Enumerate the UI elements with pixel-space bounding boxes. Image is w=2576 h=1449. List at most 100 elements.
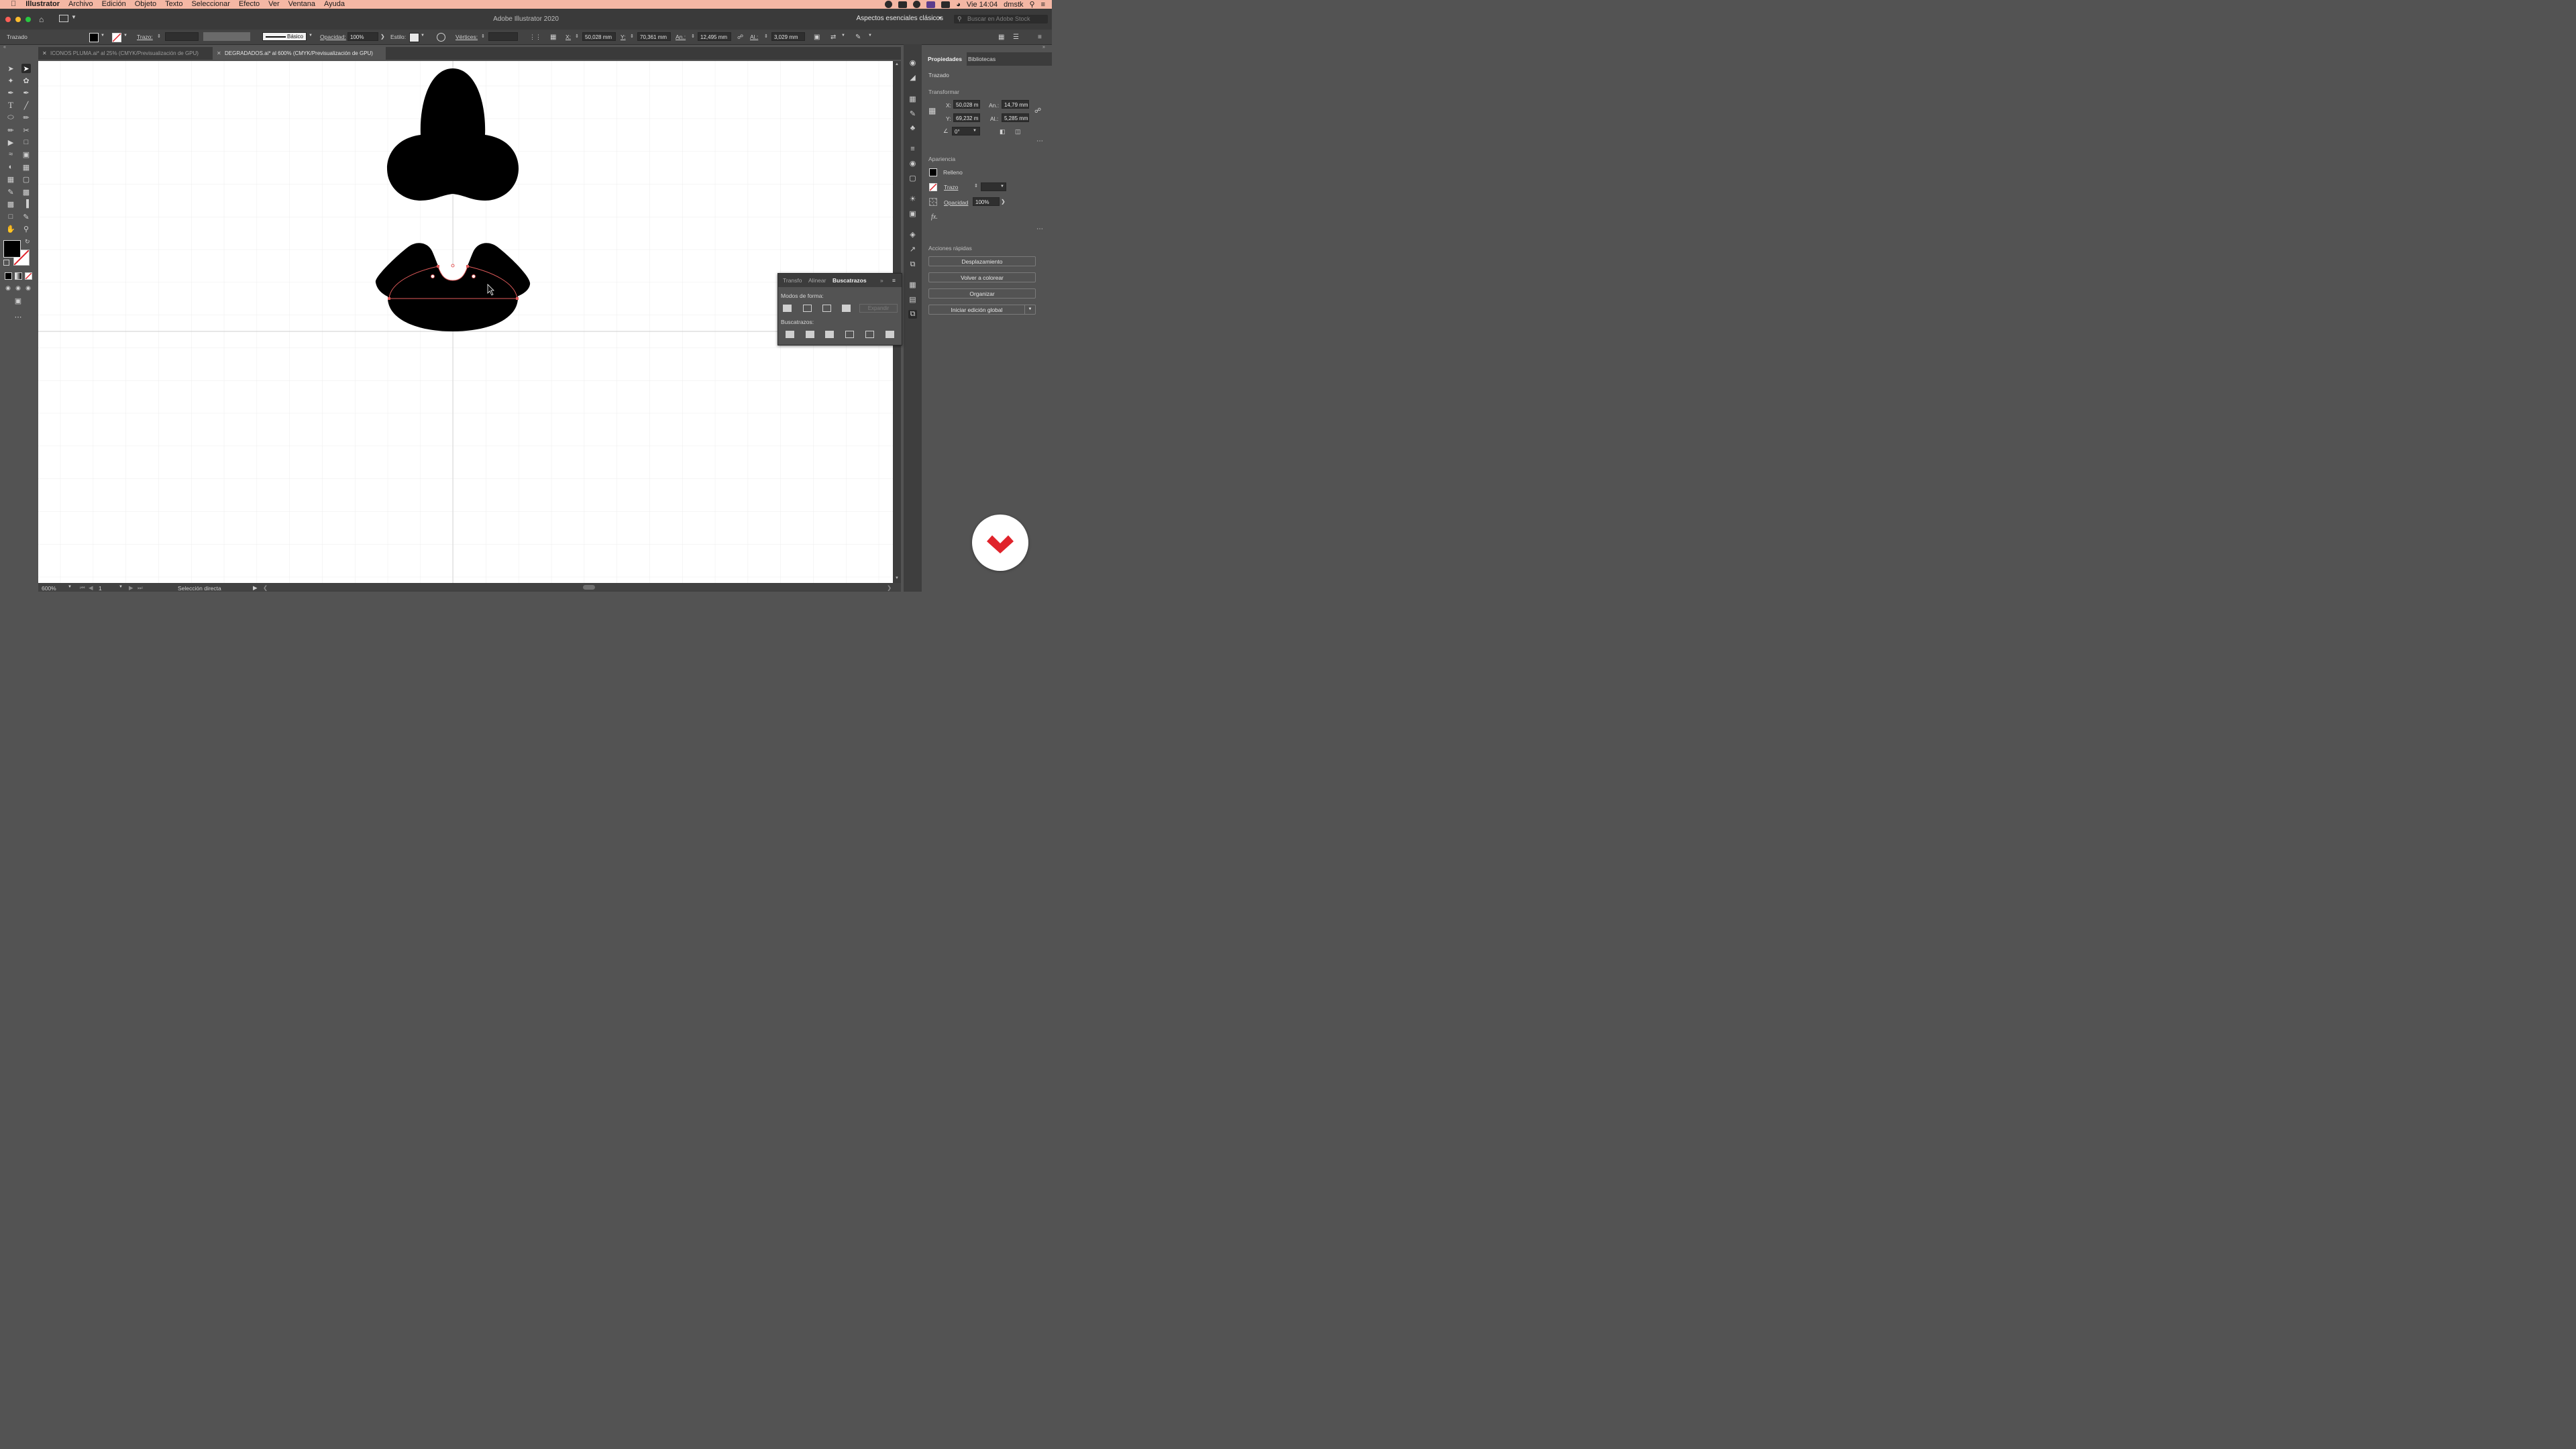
menu-ayuda[interactable]: Ayuda — [324, 0, 345, 9]
anchor-point[interactable] — [388, 297, 390, 300]
stroke-stepper-icon[interactable]: ⇕ — [157, 34, 161, 39]
width-stepper-icon[interactable]: ⇕ — [691, 34, 695, 39]
stroke-label[interactable]: Trazo: — [137, 34, 153, 40]
status-icon-4[interactable] — [926, 1, 936, 8]
transform-reference-icon[interactable]: ▦ — [550, 34, 556, 41]
panel-menu-icon[interactable]: ≡ — [892, 277, 896, 284]
swap-fill-stroke-icon[interactable]: ↻ — [25, 238, 30, 246]
arrange-documents-icon[interactable]: ▦ — [998, 34, 1004, 41]
control-center-icon[interactable]: ≡ — [1041, 1, 1045, 9]
align-panel-icon[interactable]: ▤ — [908, 296, 917, 305]
menu-archivo[interactable]: Archivo — [68, 0, 93, 9]
trim-icon[interactable] — [806, 331, 814, 338]
tab-transform[interactable]: Transfo — [783, 277, 802, 284]
menubar-clock[interactable]: Vie 14:04 — [967, 1, 998, 9]
tab-degradados[interactable]: ✕ DEGRADADOS.ai* al 600% (CMYK/Previsual… — [213, 47, 386, 60]
expand-button[interactable]: Expandir — [859, 304, 898, 313]
props-x-field[interactable]: 50,028 m — [953, 100, 980, 109]
airplay-icon[interactable] — [941, 1, 951, 8]
merge-icon[interactable] — [825, 331, 834, 338]
draw-behind-icon[interactable]: ◉ — [13, 283, 23, 292]
opacity-label[interactable]: Opacidad: — [320, 34, 346, 40]
exclude-icon[interactable] — [842, 305, 851, 312]
props-y-field[interactable]: 69,232 m — [953, 113, 980, 122]
tab-bibliotecas[interactable]: Bibliotecas — [963, 52, 1000, 66]
next-artboard-icon[interactable]: ▶ — [129, 584, 133, 592]
export-icon[interactable]: ↗ — [908, 246, 917, 254]
chevron-right-icon[interactable]: ❯ — [380, 34, 385, 40]
align-options-icon[interactable]: ⋮⋮ — [529, 34, 541, 41]
anchor-point[interactable] — [516, 297, 519, 300]
artboard-canvas[interactable] — [38, 61, 893, 583]
recolor-icon[interactable] — [437, 33, 445, 42]
horizontal-scroll-thumb[interactable] — [583, 585, 595, 590]
shaper-tool-icon[interactable]: ✏ — [6, 125, 15, 135]
vertices-label[interactable]: Vértices: — [455, 34, 478, 40]
slice-tool-icon[interactable]: ✎ — [21, 212, 31, 221]
chevron-down-icon[interactable]: ▼ — [1024, 305, 1035, 314]
stroke-panel-icon[interactable]: ≡ — [908, 145, 917, 154]
mesh-tool-icon[interactable]: ▦ — [6, 174, 15, 184]
minus-front-icon[interactable] — [803, 305, 812, 312]
appearance-stroke-swatch[interactable] — [929, 183, 937, 191]
height-stepper-icon[interactable]: ⇕ — [764, 34, 768, 39]
color-mode-icon[interactable] — [5, 272, 12, 280]
collapse-panels-icon[interactable]: » — [1042, 45, 1045, 50]
chevron-down-icon[interactable]: ▼ — [101, 34, 105, 38]
chevron-right-icon[interactable]: ❯ — [1001, 199, 1006, 205]
status-menu-icon[interactable]: ▶ — [253, 584, 258, 592]
reference-point-icon[interactable]: ▦ — [928, 106, 936, 115]
zoom-tool-icon[interactable]: ⚲ — [21, 224, 31, 233]
none-mode-icon[interactable] — [25, 272, 32, 280]
chevron-down-icon[interactable]: ▼ — [973, 129, 977, 133]
stroke-weight-field[interactable] — [165, 32, 199, 41]
menu-ventana[interactable]: Ventana — [288, 0, 315, 9]
chevron-down-icon[interactable]: ▼ — [123, 34, 127, 38]
stroke-stepper-icon[interactable]: ⇕ — [974, 183, 978, 189]
props-opacity-field[interactable]: 100% — [973, 197, 1000, 206]
menu-seleccionar[interactable]: Seleccionar — [191, 0, 229, 9]
transform-panel-icon[interactable]: ▦ — [908, 281, 917, 290]
width-tool-icon[interactable]: ≈ — [6, 150, 15, 159]
eyedropper-tool-icon[interactable]: ✎ — [6, 187, 15, 197]
symbol-sprayer-tool-icon[interactable]: ▩ — [6, 199, 15, 209]
draw-inside-icon[interactable]: ◉ — [23, 283, 33, 292]
scroll-left-icon[interactable]: ❮ — [263, 584, 268, 592]
opacity-field[interactable]: 100% — [347, 32, 378, 41]
direct-selection-tool-icon[interactable]: ➤ — [21, 64, 31, 73]
stroke-swatch-none[interactable] — [112, 33, 121, 42]
menu-texto[interactable]: Texto — [165, 0, 182, 9]
wifi-icon[interactable]: ◕ — [956, 1, 961, 9]
appearance-icon[interactable]: ☀ — [908, 195, 917, 204]
column-graph-tool-icon[interactable]: ▐ — [21, 199, 31, 209]
constrain-icon[interactable]: ☍ — [1034, 107, 1041, 115]
hand-tool-icon[interactable]: ✋ — [6, 224, 15, 233]
arrange-button[interactable]: Organizar — [928, 288, 1036, 299]
edit-toolbar-more-icon[interactable]: ⋯ — [13, 312, 23, 321]
constrain-proportions-icon[interactable]: ☍ — [737, 34, 743, 41]
menu-icon[interactable]: ≡ — [1038, 34, 1042, 41]
minus-back-icon[interactable] — [885, 331, 894, 338]
status-icon-1[interactable] — [885, 1, 893, 8]
brushes-icon[interactable]: ✎ — [908, 110, 917, 119]
anchor-point[interactable] — [437, 265, 439, 268]
offset-path-button[interactable]: Desplazamiento — [928, 256, 1036, 266]
variable-width-profile[interactable] — [203, 32, 250, 41]
last-artboard-icon[interactable]: ⏭ — [138, 584, 143, 592]
lasso-tool-icon[interactable]: ✿ — [21, 76, 31, 85]
gradient-mode-icon[interactable] — [15, 272, 22, 280]
flip-vertical-icon[interactable]: ◫ — [1015, 128, 1021, 136]
color-guide-icon[interactable]: ◢ — [908, 74, 917, 83]
chevron-down-icon[interactable]: ▼ — [841, 34, 845, 38]
prev-artboard-icon[interactable]: ◀ — [89, 584, 93, 592]
vertices-stepper-icon[interactable]: ⇕ — [481, 34, 485, 39]
fill-swatch[interactable] — [89, 33, 99, 42]
scale-tool-icon[interactable]: □ — [21, 138, 31, 147]
appearance-fill-swatch[interactable] — [929, 168, 937, 176]
anchor-handle[interactable] — [472, 274, 476, 278]
reflect-icon[interactable]: ⇄ — [830, 34, 836, 41]
crop-icon[interactable] — [845, 331, 854, 338]
opacity-panel-link[interactable]: Opacidad — [944, 199, 968, 206]
x-label[interactable]: X: — [566, 34, 571, 40]
props-width-field[interactable]: 14,79 mm — [1002, 100, 1029, 109]
